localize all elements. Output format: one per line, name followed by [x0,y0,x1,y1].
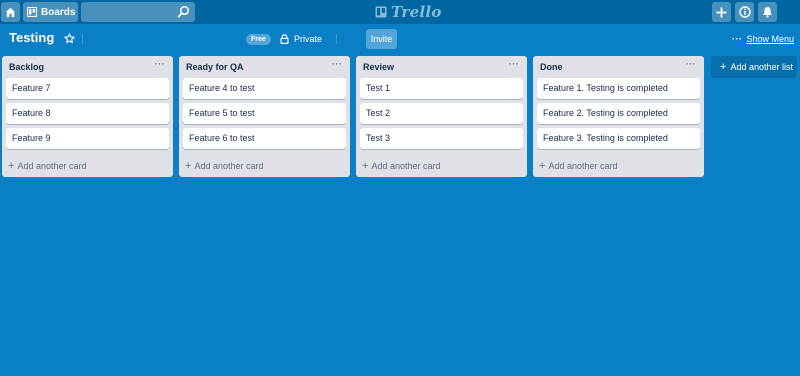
show-menu-label: Show Menu [746,34,795,44]
add-card-button[interactable]: + Add another card [539,159,617,173]
invite-button[interactable]: Invite [366,29,397,49]
plus-icon [716,7,727,17]
search-box[interactable] [81,2,195,23]
trello-board-app: Boards Trello Testing Free Private Invit… [0,0,800,376]
lock-icon [280,34,289,44]
card[interactable]: Feature 1. Testing is completed [537,78,700,99]
list-title[interactable]: Review [363,62,394,72]
add-card-button[interactable]: + Add another card [362,159,440,173]
trello-logo-icon [375,6,387,18]
bell-icon [763,7,772,18]
list-menu-icon[interactable]: ··· [153,59,167,71]
add-card-button[interactable]: + Add another card [185,159,263,173]
list-review: Review ··· Test 1 Test 2 Test 3 + Add an… [356,56,527,177]
list-menu-icon[interactable]: ··· [684,59,698,71]
list-menu-icon[interactable]: ··· [330,59,344,71]
search-icon[interactable] [177,5,190,18]
trello-logo[interactable]: Trello [375,2,442,22]
add-card-label: Add another card [548,161,618,171]
list-title[interactable]: Done [540,62,563,72]
plan-badge[interactable]: Free [246,34,271,45]
card[interactable]: Feature 9 [6,128,169,149]
add-card-label: Add another card [17,161,87,171]
add-card-label: Add another card [194,161,264,171]
card[interactable]: Feature 6 to test [183,128,346,149]
card[interactable]: Test 1 [360,78,523,99]
list-backlog: Backlog ··· Feature 7 Feature 8 Feature … [2,56,173,177]
info-icon [738,6,751,18]
plus-icon: + [185,159,192,172]
list-menu-icon[interactable]: ··· [507,59,521,71]
visibility-label: Private [294,34,323,44]
add-list-button[interactable]: + Add another list [711,56,797,78]
card[interactable]: Feature 2. Testing is completed [537,103,700,124]
board-icon [27,7,37,17]
card[interactable]: Feature 5 to test [183,103,346,124]
list-title[interactable]: Ready for QA [186,62,244,72]
top-header: Boards Trello [0,0,800,24]
list-ready-for-qa: Ready for QA ··· Feature 4 to test Featu… [179,56,350,177]
plus-icon: + [539,159,546,172]
show-menu-button[interactable]: ··· Show Menu [732,31,794,47]
home-icon [5,7,16,17]
card[interactable]: Feature 7 [6,78,169,99]
card[interactable]: Feature 4 to test [183,78,346,99]
more-icon: ··· [732,34,743,44]
add-list-label: Add another list [730,62,793,72]
list-done: Done ··· Feature 1. Testing is completed… [533,56,704,177]
info-button[interactable] [735,2,754,22]
card[interactable]: Test 2 [360,103,523,124]
card[interactable]: Feature 8 [6,103,169,124]
add-button[interactable] [712,2,731,22]
home-button[interactable] [1,2,20,22]
board-title[interactable]: Testing [9,30,54,45]
add-card-label: Add another card [371,161,441,171]
plus-icon: + [362,159,369,172]
card[interactable]: Test 3 [360,128,523,149]
notifications-button[interactable] [758,2,777,22]
star-icon[interactable] [64,33,75,44]
add-card-button[interactable]: + Add another card [8,159,86,173]
visibility-button[interactable]: Private [280,31,322,47]
boards-button[interactable]: Boards [23,2,78,22]
plus-icon: + [8,159,15,172]
logo-text: Trello [391,3,442,21]
boards-label: Boards [41,6,76,18]
plus-icon: + [720,60,727,73]
header-divider [336,34,337,44]
card[interactable]: Feature 3. Testing is completed [537,128,700,149]
list-title[interactable]: Backlog [9,62,44,72]
header-divider [82,34,83,44]
